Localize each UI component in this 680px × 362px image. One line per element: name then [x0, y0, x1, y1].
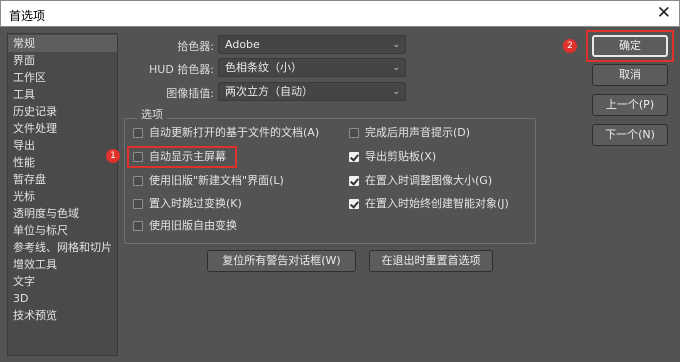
checkbox[interactable]: [133, 199, 143, 209]
checkbox-checked[interactable]: [349, 176, 359, 186]
highlight-box-1: [127, 146, 237, 168]
checkbox[interactable]: [133, 128, 143, 138]
hud-picker-select[interactable]: 色相条纹（小） ⌄: [218, 58, 406, 77]
category-sidebar: 常规 界面 工作区 工具 历史记录 文件处理 导出 性能 暂存盘 光标 透明度与…: [7, 33, 118, 356]
sidebar-item-tools[interactable]: 工具: [8, 86, 117, 103]
sidebar-item-tech-preview[interactable]: 技术预览: [8, 307, 117, 324]
checkbox-checked[interactable]: [349, 152, 359, 162]
highlight-box-2: [586, 30, 674, 62]
reset-warnings-button[interactable]: 复位所有警告对话框(W): [207, 250, 356, 272]
sidebar-item-scratch-disks[interactable]: 暂存盘: [8, 171, 117, 188]
color-picker-select[interactable]: Adobe ⌄: [218, 35, 406, 54]
sidebar-item-history[interactable]: 历史记录: [8, 103, 117, 120]
sidebar-item-guides[interactable]: 参考线、网格和切片: [8, 239, 117, 256]
cancel-button[interactable]: 取消: [592, 64, 668, 86]
options-group-title: 选项: [137, 106, 167, 122]
sidebar-item-file-handling[interactable]: 文件处理: [8, 120, 117, 137]
checkbox[interactable]: [133, 221, 143, 231]
sidebar-item-cursors[interactable]: 光标: [8, 188, 117, 205]
sidebar-item-units[interactable]: 单位与标尺: [8, 222, 117, 239]
sidebar-item-general[interactable]: 常规: [8, 35, 117, 52]
title-bar: 首选项 ✕: [0, 0, 680, 27]
next-button[interactable]: 下一个(N): [592, 124, 668, 146]
prev-button[interactable]: 上一个(P): [592, 94, 668, 116]
hud-picker-label: HUD 拾色器:: [149, 63, 214, 76]
sidebar-item-type[interactable]: 文字: [8, 273, 117, 290]
interpolation-value: 两次立方（自动）: [225, 85, 313, 98]
color-picker-value: Adobe: [225, 38, 260, 51]
reset-on-quit-button[interactable]: 在退出时重置首选项: [369, 250, 493, 272]
chevron-down-icon: ⌄: [392, 63, 400, 73]
step-badge-1: 1: [106, 149, 120, 163]
sidebar-item-transparency[interactable]: 透明度与色域: [8, 205, 117, 222]
interpolation-select[interactable]: 两次立方（自动） ⌄: [218, 82, 406, 101]
sidebar-item-interface[interactable]: 界面: [8, 52, 117, 69]
checkbox-checked[interactable]: [349, 199, 359, 209]
step-badge-2: 2: [563, 39, 577, 53]
sidebar-item-workspace[interactable]: 工作区: [8, 69, 117, 86]
window-title: 首选项: [9, 9, 46, 23]
chevron-down-icon: ⌄: [392, 40, 400, 50]
interpolation-label: 图像插值:: [166, 87, 214, 100]
sidebar-item-performance[interactable]: 性能: [8, 154, 117, 171]
sidebar-item-plugins[interactable]: 增效工具: [8, 256, 117, 273]
sidebar-item-export[interactable]: 导出: [8, 137, 117, 154]
close-icon[interactable]: ✕: [657, 3, 671, 23]
checkbox[interactable]: [133, 176, 143, 186]
chevron-down-icon: ⌄: [392, 87, 400, 97]
sidebar-item-3d[interactable]: 3D: [8, 290, 117, 307]
checkbox[interactable]: [349, 128, 359, 138]
color-picker-label: 拾色器:: [177, 40, 214, 53]
hud-picker-value: 色相条纹（小）: [225, 61, 302, 74]
